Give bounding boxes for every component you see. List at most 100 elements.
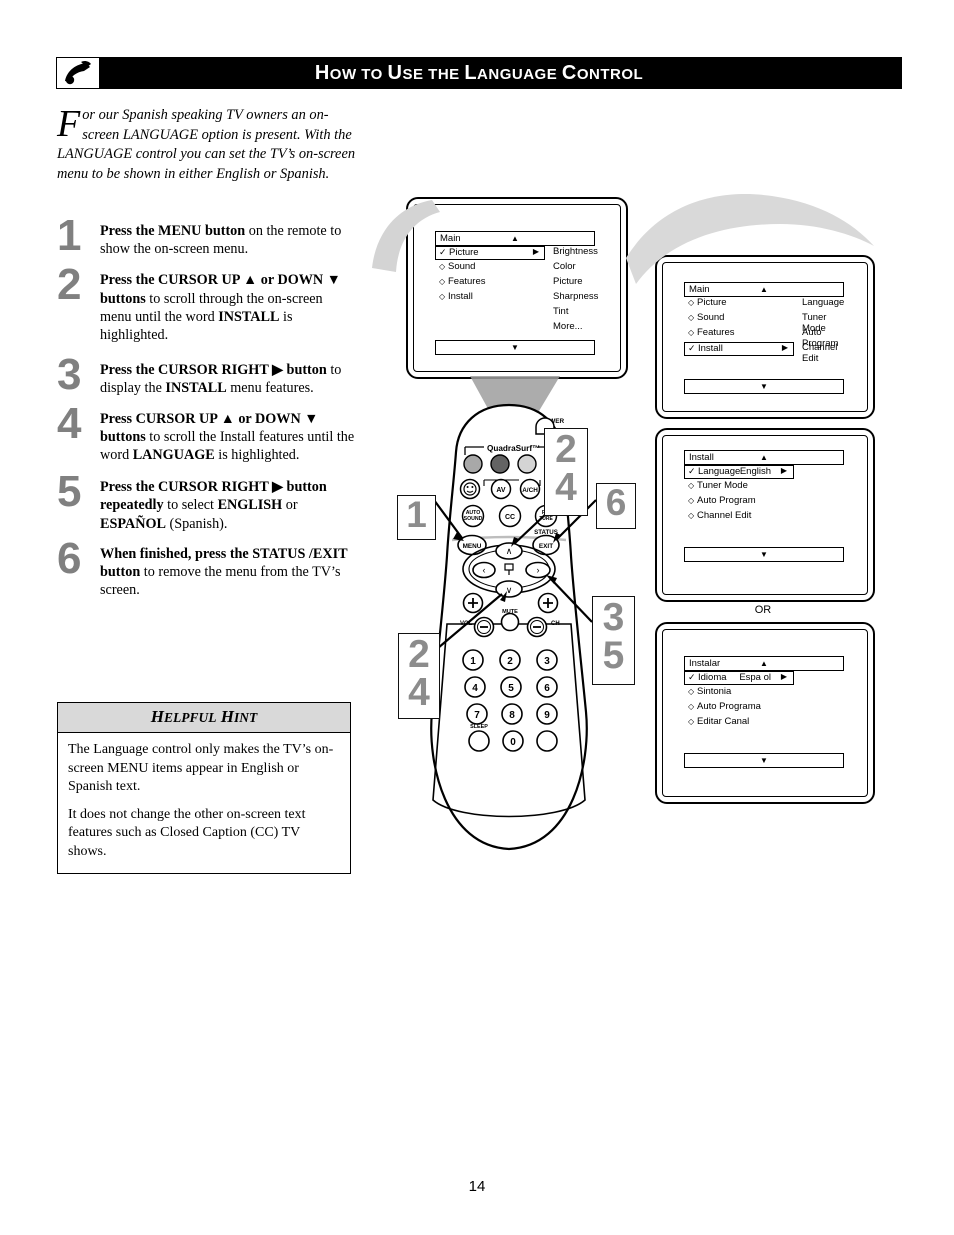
- step-number-5: 5: [57, 467, 82, 517]
- osd-box2-up-caret-icon[interactable]: ▲: [760, 453, 768, 462]
- callout-digit: 3: [602, 596, 625, 639]
- svg-text:9: 9: [544, 710, 550, 721]
- title-part-8: THE: [428, 66, 460, 83]
- osd-box3-row: ◇ Editar Canal: [684, 716, 844, 731]
- osd-main-item-sound[interactable]: ◇ Sound: [435, 261, 545, 275]
- callout-step-1: 1: [397, 495, 436, 540]
- osd-main-title-text: Main: [440, 233, 461, 244]
- osd-box1-item-label: Sound: [697, 312, 725, 323]
- osd-main-submenu-item[interactable]: Sharpness: [553, 291, 598, 302]
- callout-digit: 1: [406, 494, 427, 535]
- diamond-bullet-icon: ◇: [688, 702, 695, 711]
- check-icon: ✓: [439, 247, 447, 257]
- osd-main-item-picture[interactable]: ✓ Picture ▶: [435, 246, 545, 260]
- svg-text:EXIT: EXIT: [539, 543, 553, 550]
- osd-box3-down-caret-icon[interactable]: ▼: [760, 756, 768, 765]
- svg-text:7: 7: [474, 710, 480, 721]
- step-4: 4 Press CURSOR UP ▲ or DOWN ▼ buttons to …: [57, 401, 357, 465]
- osd-main-item-install[interactable]: ◇ Install: [435, 291, 545, 305]
- osd-main-down-caret-icon[interactable]: ▼: [511, 343, 519, 352]
- manual-page: HOW TO USE THE LANGUAGE CONTROL For our …: [0, 0, 954, 1235]
- title-part-11: ANGUAGE: [477, 66, 558, 83]
- osd-main-submenu-item[interactable]: More...: [553, 321, 583, 332]
- diamond-bullet-icon: ◇: [688, 298, 695, 307]
- svg-text:CC: CC: [505, 514, 515, 521]
- diamond-bullet-icon: ◇: [439, 262, 446, 271]
- osd-main-submenu-item[interactable]: Brightness: [553, 246, 598, 257]
- title-part-13: C: [561, 62, 577, 84]
- check-icon: ✓: [688, 466, 696, 476]
- helpful-hint-box: HELPFUL HINT The Language control only m…: [57, 702, 351, 874]
- chevron-right-icon[interactable]: ▶: [782, 343, 788, 352]
- intro-paragraph: For our Spanish speaking TV owners an on…: [57, 105, 357, 184]
- osd-box1-submenu-item[interactable]: Language: [802, 297, 844, 308]
- philips-swoosh-logo-icon: [56, 57, 100, 89]
- step-text-3: Press the CURSOR RIGHT ▶ button to displ…: [100, 362, 342, 397]
- step-3: 3 Press the CURSOR RIGHT ▶ button to disp…: [57, 353, 357, 397]
- svg-text:MUTE: MUTE: [502, 609, 518, 615]
- osd-main-up-caret-icon[interactable]: ▲: [511, 234, 519, 243]
- diamond-bullet-icon: ◇: [688, 511, 695, 520]
- title-part-10: L: [464, 62, 478, 84]
- hint-title-int: INT: [233, 710, 258, 725]
- osd-box3-item-auto-programa[interactable]: ◇ Auto Programa: [684, 701, 794, 715]
- svg-text:0: 0: [510, 737, 516, 748]
- osd-main-footer-bar: ▼: [435, 340, 595, 355]
- chevron-right-icon[interactable]: ▶: [781, 466, 787, 475]
- svg-text:4: 4: [472, 683, 478, 694]
- osd-box1-item-install[interactable]: ✓ Install ▶: [684, 342, 794, 356]
- osd-box3-item-label: Sintonia: [697, 686, 732, 697]
- title-part-1: OW: [329, 66, 357, 83]
- osd-box2-down-caret-icon[interactable]: ▼: [760, 550, 768, 559]
- osd-box3-row: ✓ Idioma Espa ol ▶: [684, 671, 844, 686]
- osd-box1-item-picture[interactable]: ◇ Picture: [684, 297, 794, 311]
- callout-digit: 4: [408, 671, 430, 715]
- osd-main-item-label: Install: [448, 291, 473, 302]
- osd-box2-item-auto-program[interactable]: ◇ Auto Program: [684, 495, 794, 509]
- hint-title-h2: H: [220, 707, 234, 726]
- osd-box3-item-idioma[interactable]: ✓ Idioma Espa ol ▶: [684, 671, 794, 685]
- osd-box1-footer-bar: ▼: [684, 379, 844, 394]
- osd-box2-item-language[interactable]: ✓ Language English ▶: [684, 465, 794, 479]
- svg-text:›: ›: [537, 565, 540, 575]
- svg-text:2: 2: [507, 656, 513, 667]
- osd-box1-row: ◇ Features Auto Program: [684, 327, 844, 349]
- callout-digit: 5: [602, 634, 625, 678]
- osd-box3-up-caret-icon[interactable]: ▲: [760, 659, 768, 668]
- intro-text: or our Spanish speaking TV owners an on-…: [57, 107, 356, 182]
- helpful-hint-title: HELPFUL HINT: [58, 703, 350, 733]
- osd-box2-item-label: Language: [698, 466, 741, 477]
- chevron-right-icon[interactable]: ▶: [781, 672, 787, 681]
- osd-box1-up-caret-icon[interactable]: ▲: [760, 285, 768, 294]
- osd-main-submenu-item[interactable]: Color: [553, 261, 576, 272]
- step-6: 6 When finished, press the STATUS /EXIT b…: [57, 536, 357, 600]
- osd-box1-item-sound[interactable]: ◇ Sound: [684, 312, 794, 326]
- osd-box1-submenu-item[interactable]: Channel Edit: [802, 342, 844, 364]
- osd-main-submenu-item[interactable]: Picture: [553, 276, 583, 287]
- osd-box3-item-sintonia[interactable]: ◇ Sintonia: [684, 686, 794, 700]
- chevron-right-icon[interactable]: ▶: [533, 247, 539, 256]
- osd-box1-item-features[interactable]: ◇ Features: [684, 327, 794, 341]
- osd-main-item-features[interactable]: ◇ Features: [435, 276, 545, 290]
- osd-box1-item-label: Install: [698, 343, 723, 354]
- step-text-1: Press the MENU button on the remote to s…: [100, 223, 342, 258]
- page-title: HOW TO USE THE LANGUAGE CONTROL: [56, 57, 902, 89]
- callout-step-6: 6: [596, 483, 636, 529]
- osd-main-submenu-item[interactable]: Tint: [553, 306, 568, 317]
- osd-box2-spacer: [684, 525, 844, 547]
- osd-box3-item-label: Editar Canal: [697, 716, 750, 727]
- osd-box2-item-channel-edit[interactable]: ◇ Channel Edit: [684, 510, 794, 524]
- osd-box3-footer-bar: ▼: [684, 753, 844, 768]
- osd-box2-item-tuner-mode[interactable]: ◇ Tuner Mode: [684, 480, 794, 494]
- osd-main-menu: Main ▲ ✓ Picture ▶ Brightness ◇ Sound Color ◇ Feat…: [435, 231, 598, 355]
- osd-box3-item-editar-canal[interactable]: ◇ Editar Canal: [684, 716, 794, 730]
- osd-box1-down-caret-icon[interactable]: ▼: [760, 382, 768, 391]
- svg-text:CH: CH: [551, 621, 560, 627]
- osd-box2-footer-bar: ▼: [684, 547, 844, 562]
- osd-box-install-english: Install ▲ ✓ Language English ▶ ◇ Tuner Mode ◇ Aut…: [655, 428, 875, 602]
- diamond-bullet-icon: ◇: [688, 481, 695, 490]
- tv-screen-illustration: Main ▲ ✓ Picture ▶ Brightness ◇ Sound Color ◇ Feat…: [406, 197, 628, 379]
- page-header: HOW TO USE THE LANGUAGE CONTROL: [56, 57, 902, 89]
- step-5: 5 Press the CURSOR RIGHT ▶ button repeate…: [57, 470, 357, 533]
- osd-box1-row: ◇ Sound Tuner Mode: [684, 312, 844, 334]
